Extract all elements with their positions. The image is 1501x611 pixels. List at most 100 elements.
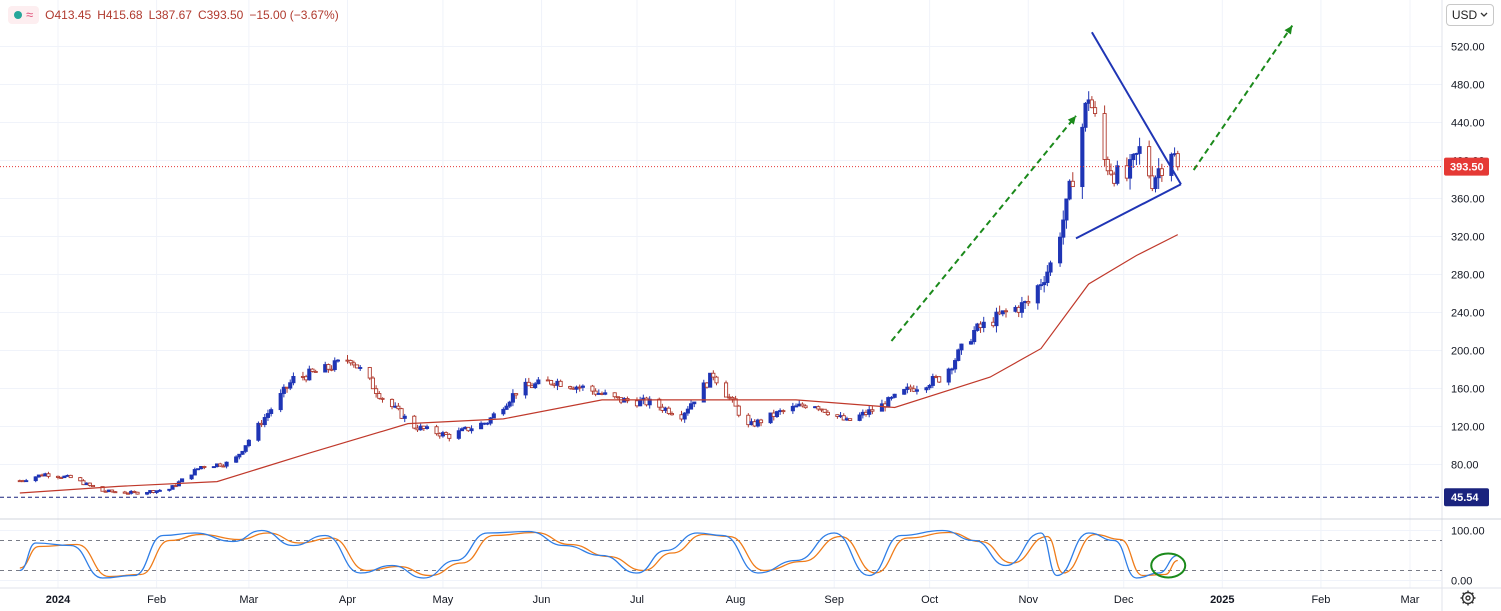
candle-body (892, 393, 897, 398)
candle-body (752, 421, 757, 427)
candle-body (1137, 146, 1142, 154)
candle-body (956, 349, 961, 361)
candle-body (529, 385, 535, 389)
candle-body (1048, 262, 1053, 273)
candle-body (689, 403, 694, 410)
price-chart[interactable]: 80.00 120.00 160.00 200.00 240.00 280.00 320.0… (0, 0, 1501, 611)
gear-icon[interactable] (1459, 589, 1477, 607)
candle-body (157, 489, 162, 492)
candle-body (975, 323, 980, 331)
candle-body (685, 408, 690, 414)
candle-body (479, 422, 484, 430)
candle-body (485, 422, 490, 425)
candle-body (953, 360, 958, 370)
candle-body (803, 405, 808, 409)
candle-body (749, 421, 754, 426)
candle-body (1016, 306, 1021, 313)
candle-body (243, 445, 248, 452)
candle-body (701, 382, 706, 403)
candle-body (17, 480, 22, 483)
candle-body (278, 393, 283, 411)
candle-body (288, 382, 293, 389)
candle-body (994, 311, 999, 327)
candle-body (746, 414, 751, 426)
candle-body (1058, 236, 1063, 264)
candle-body (195, 468, 201, 471)
candle-body (389, 398, 395, 408)
candle-body (90, 484, 96, 488)
price-tick-label: 240.00 (1451, 308, 1485, 320)
candle-body (968, 341, 974, 345)
candle-body (580, 385, 585, 388)
candle-body (199, 466, 204, 470)
candle-body (332, 360, 337, 371)
candle-body (844, 418, 849, 421)
candle-body (103, 490, 108, 493)
candle-body (603, 392, 608, 395)
candle-body (634, 400, 640, 407)
time-tick-label: May (433, 594, 454, 606)
candle-body (838, 415, 843, 418)
chevron-down-icon (1480, 12, 1488, 17)
price-tick-label: 80.00 (1451, 460, 1479, 472)
candle-body (170, 485, 175, 490)
candle-body (822, 408, 827, 413)
candle-body (1035, 285, 1040, 304)
time-tick-label: Apr (339, 594, 356, 606)
candle-body (714, 376, 719, 384)
candle-body (354, 364, 360, 369)
candle-body (145, 492, 150, 495)
candle-body (418, 425, 423, 431)
candle-body (819, 408, 824, 411)
candle-body (778, 410, 783, 413)
time-tick-label: Jul (630, 594, 644, 606)
support-price-label: 45.54 (1451, 492, 1479, 504)
candle-body (40, 474, 45, 477)
candle-body (590, 385, 595, 392)
candle-body (768, 412, 773, 424)
price-tick-label: 520.00 (1451, 42, 1485, 54)
candle-body (1026, 301, 1031, 304)
time-tick-label: Dec (1114, 594, 1134, 606)
candle-body (593, 390, 598, 395)
candle-body (313, 370, 318, 373)
candle-body (202, 466, 207, 468)
candle-body (959, 343, 964, 351)
price-tick-label: 120.00 (1451, 422, 1485, 434)
candle-body (612, 392, 617, 398)
candle-body (558, 380, 563, 387)
candle-body (1038, 284, 1044, 287)
candle-body (870, 409, 875, 412)
time-tick-label: Aug (726, 594, 746, 606)
candle-body (997, 311, 1002, 315)
candle-body (224, 461, 229, 467)
candle-body (615, 396, 620, 399)
time-tick-label: Feb (1311, 594, 1330, 606)
price-tick-label: 440.00 (1451, 118, 1485, 130)
candle-body (1156, 168, 1161, 179)
candle-body (663, 407, 668, 411)
candle-body (902, 389, 907, 395)
candle-body (459, 428, 465, 432)
candle-body (87, 482, 92, 486)
candle-body (396, 405, 401, 410)
candle-body (568, 386, 573, 389)
candle-body (510, 393, 515, 403)
candle-body (135, 491, 140, 495)
candle-body (310, 368, 315, 372)
price-tick-label: 200.00 (1451, 346, 1485, 358)
currency-selector[interactable]: USD (1446, 4, 1494, 26)
candle-body (20, 480, 26, 483)
ohlc-low: L387.67 (148, 8, 192, 22)
candle-body (886, 397, 891, 408)
candle-body (415, 427, 420, 431)
candle-body (43, 473, 48, 477)
candle-body (1080, 126, 1085, 188)
candle-body (758, 419, 764, 424)
indicator-status-pill[interactable]: ≈ (8, 6, 40, 24)
candle-body (189, 474, 194, 480)
candle-body (1134, 153, 1139, 155)
candle-body (246, 439, 251, 447)
candle-body (1108, 170, 1114, 175)
candle-body (816, 406, 821, 410)
